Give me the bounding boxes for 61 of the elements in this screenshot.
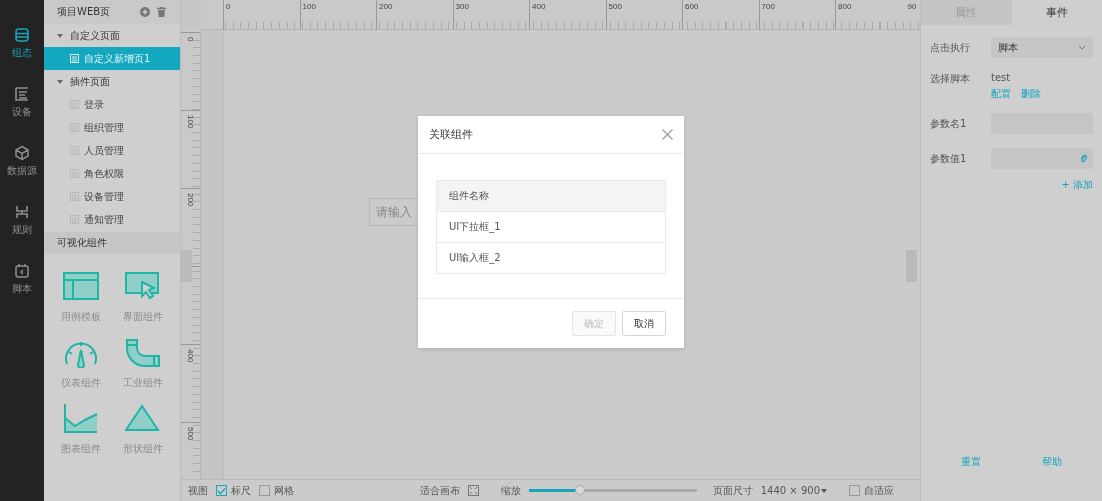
action-dropdown[interactable]: 脚本 [990, 37, 1093, 58]
triangle-icon [125, 404, 161, 434]
cancel-button[interactable]: 取消 [622, 311, 666, 336]
page-size-label: 页面尺寸 [712, 483, 753, 498]
dialog-title: 关联组件 [429, 127, 473, 142]
script-icon [14, 263, 30, 279]
section-header: 可视化组件 [44, 232, 180, 254]
tree-item[interactable]: 设备管理 [44, 185, 180, 208]
nav-item[interactable]: 设备 [0, 86, 44, 145]
pipe-icon [125, 338, 161, 368]
script-name: test [991, 72, 1012, 83]
list-icon [14, 86, 30, 102]
nav-item[interactable]: 数据源 [0, 145, 44, 204]
table-cell[interactable]: UI下拉框_1 [437, 211, 665, 242]
caret-icon [57, 79, 63, 84]
fit-icon [467, 485, 479, 496]
field-label: 点击执行 [930, 40, 971, 55]
horizontal-ruler: 0 100 200 300 400 500 600 700 800 90 [201, 0, 920, 30]
check-icon [217, 486, 226, 495]
page-size-dropdown[interactable]: 1440 × 900 [760, 485, 827, 496]
nav-item[interactable]: 脚本 [0, 263, 44, 322]
trash-icon [157, 7, 166, 17]
cube-icon [14, 145, 30, 161]
tree-group-row[interactable]: 自定义页面 [44, 24, 180, 47]
column-header: 组件名称 [437, 181, 665, 211]
area-chart-icon [63, 404, 99, 434]
nav-item[interactable]: 规则 [0, 204, 44, 263]
tree-group-row[interactable]: 插件页面 [44, 70, 180, 93]
layout-icon [63, 272, 99, 302]
tree-item[interactable]: 登录 [44, 93, 180, 116]
branch-icon [14, 204, 30, 220]
paperclip-icon [1080, 154, 1087, 163]
view-label: 视图 [188, 483, 208, 498]
checkbox[interactable]: 网格 [259, 483, 294, 498]
panel-title: 项目WEB页 [57, 5, 112, 19]
caret-icon [57, 33, 63, 38]
page-icon [70, 54, 79, 63]
tree-item[interactable]: 角色权限 [44, 162, 180, 185]
stack-icon [14, 27, 30, 43]
vertical-ruler: 0 100 200 400 500 [181, 30, 201, 479]
add-icon [140, 7, 150, 17]
caret-icon [821, 488, 827, 493]
checkbox[interactable]: 自适应 [849, 483, 894, 498]
table-cell[interactable]: UI输入框_2 [437, 242, 665, 273]
field-label: 选择脚本 [930, 72, 971, 86]
nav-item[interactable]: 组态 [0, 27, 44, 86]
fit-canvas-label[interactable]: 适合画布 [419, 483, 460, 498]
tree-item[interactable]: 通知管理 [44, 208, 180, 231]
input-field[interactable]: 请输入 [369, 198, 421, 226]
tree-item[interactable]: 人员管理 [44, 139, 180, 162]
pointer-icon [125, 272, 161, 302]
close-icon [662, 129, 673, 140]
input-field[interactable] [990, 148, 1093, 169]
tree-item[interactable]: 自定义新增页1 [44, 47, 180, 70]
checkbox[interactable]: 标尺 [216, 483, 251, 498]
field-label: 参数名1 [930, 116, 968, 131]
field-label: 参数值1 [930, 151, 968, 166]
zoom-label: 缩放 [500, 483, 521, 498]
collapse-handle[interactable] [181, 250, 192, 282]
tree-item[interactable]: 组织管理 [44, 116, 180, 139]
chevron-icon [1078, 45, 1086, 50]
